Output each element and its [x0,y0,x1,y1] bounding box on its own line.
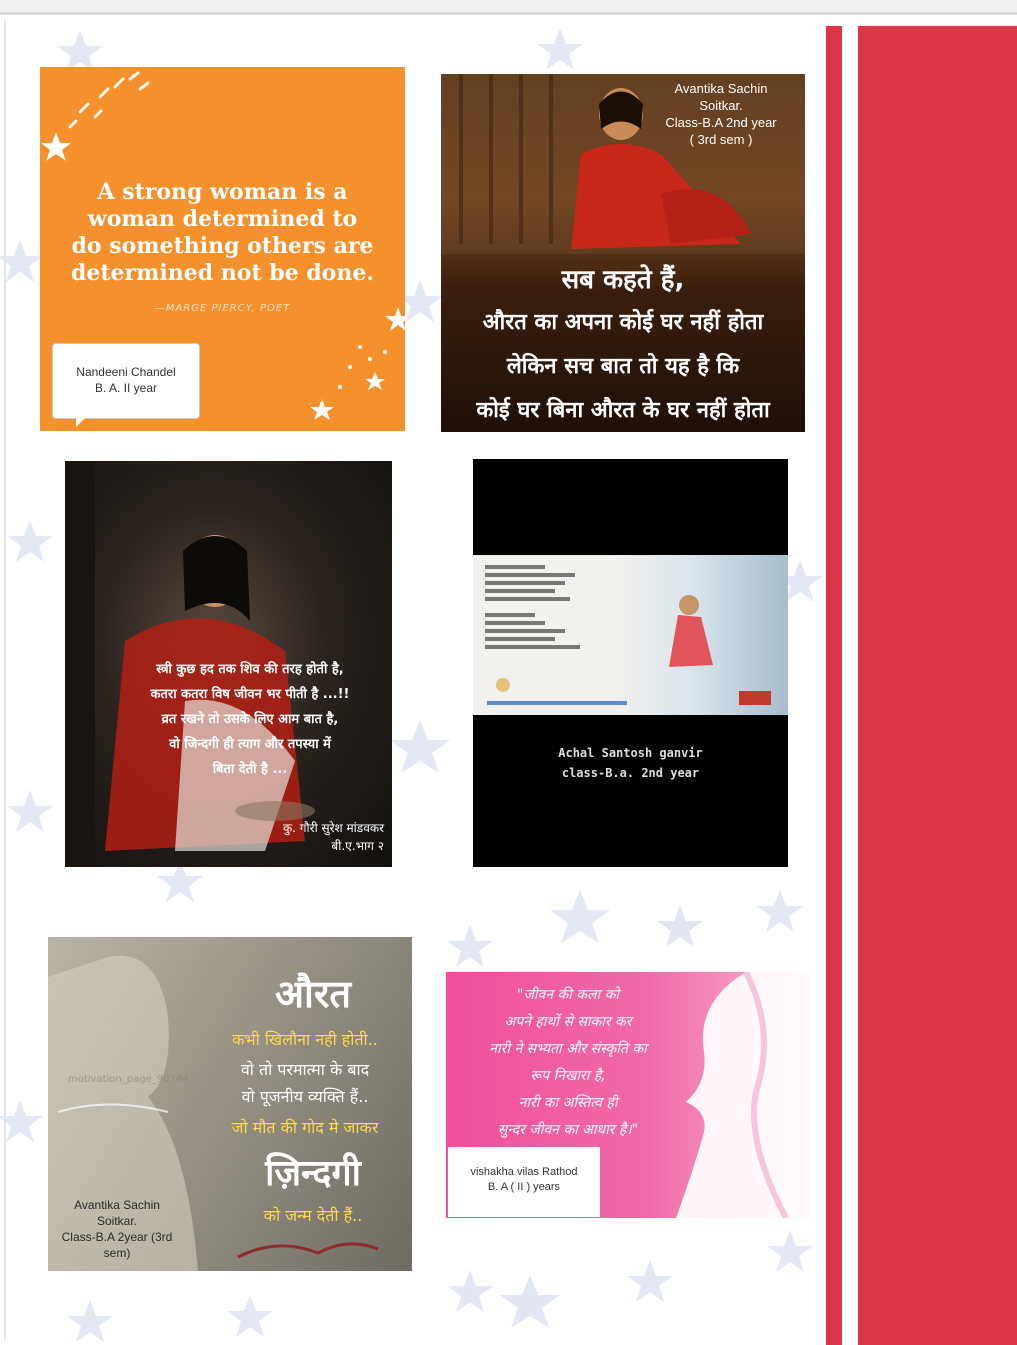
star-icon [550,890,610,943]
quote-card-woman-dark: स्त्री कुछ हद तक शिव की तरह होती है, कतर… [65,461,392,867]
card-title: औरत [274,972,352,1016]
quote-text: A strong woman is a woman determined to … [70,179,375,286]
star-icon [447,1270,493,1312]
signature-name: कु. गौरी सुरेश मांडवकर [282,821,384,835]
poem-image [473,555,788,715]
caption-line: Avantika Sachin [74,1198,160,1212]
hindi-line: जो मौत की गोद मे जाकर [231,1118,379,1137]
hindi-line: कोई घर बिना औरत के घर नहीं होता [476,398,770,423]
red-stripe-wide [858,26,1017,1345]
star-icon [657,905,703,947]
hindi-line: वो पूजनीय व्यक्ति हैं.. [241,1087,369,1106]
star-icon [767,1230,813,1272]
poem-line: वो जिन्दगी ही त्याग और तपस्या में [169,737,331,752]
quote-attribution: —MARGE PIERCY, POET [154,303,291,314]
hindi-line: औरत का अपना कोई घर नहीं होता [482,310,764,335]
poem-line: रूप निखारा है, [530,1068,606,1084]
caption-line: sem) [103,1246,131,1260]
document-page: A strong woman is a woman determined to … [0,0,1017,1345]
star-icon [57,30,103,72]
poem-line: बिता देती है ... [212,762,288,777]
poem-line: व्रत रखने तो उसके लिए आम बात है, [161,712,339,727]
signature-class: बी.ए.भाग २ [331,839,384,853]
running-girl-illustration [487,595,771,705]
poem-line: सुन्दर जीवन का आधार है।" [497,1122,639,1138]
red-stripe-thin [826,26,842,1345]
poem-line: नारी ने सभ्यता और संस्कृति का [489,1041,647,1057]
star-icon [0,240,43,282]
highlight-word: ज़िन्दगी [265,1153,361,1194]
star-icon [757,890,803,932]
author-signature: कु. गौरी सुरेश मांडवकर बी.ए.भाग २ [283,819,384,855]
author-name: Nandeeni Chandel [76,365,176,379]
star-icon [0,1100,43,1142]
author-label-box: Nandeeni Chandel B. A. II year [52,343,200,419]
star-icon [390,720,450,773]
poem-card-black: Achal Santosh ganvir class-B.a. 2nd year [473,459,788,867]
hindi-poem: स्त्री कुछ हद तक शिव की तरह होती है, कतर… [105,657,392,782]
poem-line: स्त्री कुछ हद तक शिव की तरह होती है, [156,662,344,677]
poem-line: कतरा कतरा विष जीवन भर पीती है ...!! [150,687,350,702]
star-icon [227,1295,273,1337]
quote-card-woman-red-saree: Avantika Sachin Soitkar. Class-B.A 2nd y… [441,74,805,432]
hindi-line: कभी खिलौना नही होती.. [232,1030,378,1049]
quote-card-aurat: औरत कभी खिलौना नही होती.. वो तो परमात्मा… [48,937,412,1271]
caption-line: class-B.a. 2nd year [561,766,700,780]
author-caption: Avantika Sachin Soitkar. Class-B.A 2nd y… [651,80,791,148]
caption-line: Class-B.A 2nd year [665,115,777,130]
speech-tail [76,415,88,427]
caption-line: Soitkar. [96,1214,138,1228]
caption-line: Class-B.A 2year (3rd [61,1230,173,1244]
caption-line: ( 3rd sem ) [689,132,753,147]
author-class: B. A ( II ) years [487,1181,561,1193]
caption-line: Avantika Sachin [674,81,768,96]
top-edge [0,0,1017,15]
star-icon [537,28,583,70]
author-caption: Avantika Sachin Soitkar. Class-B.A 2year… [50,1197,184,1261]
star-icon [7,520,53,562]
hindi-line: वो तो परमात्मा के बाद [240,1060,370,1079]
poem-line: अपने हाथों से साकार कर [504,1014,632,1030]
hindi-line: लेकिन सच बात तो यह है कि [506,354,740,379]
watermark-text: motivation_page_90744 [68,1074,189,1085]
star-icon [7,790,53,832]
author-class: B. A. II year [94,381,158,395]
poem-line: "जीवन की कला को [517,987,619,1003]
star-icon [67,1300,113,1342]
star-icon [447,925,493,967]
author-label-box: vishakha vilas Rathod B. A ( II ) years [448,1147,600,1217]
caption-line: Achal Santosh ganvir [558,746,703,760]
hindi-poem: "जीवन की कला को अपने हाथों से साकार कर न… [452,982,684,1144]
caption-line: Soitkar. [699,98,743,113]
poem-line: नारी का अस्तित्व ही [518,1095,618,1111]
author-name: vishakha vilas Rathod [470,1166,578,1178]
author-caption: Achal Santosh ganvir class-B.a. 2nd year [473,743,788,783]
hindi-line: को जन्म देती हैं.. [263,1206,363,1225]
star-icon [500,1275,560,1328]
star-icon [627,1260,673,1302]
quote-card-orange: A strong woman is a woman determined to … [40,67,405,431]
quote-card-pink: "जीवन की कला को अपने हाथों से साकार कर न… [446,972,810,1218]
hindi-line: सब कहते हैं, [561,265,685,295]
